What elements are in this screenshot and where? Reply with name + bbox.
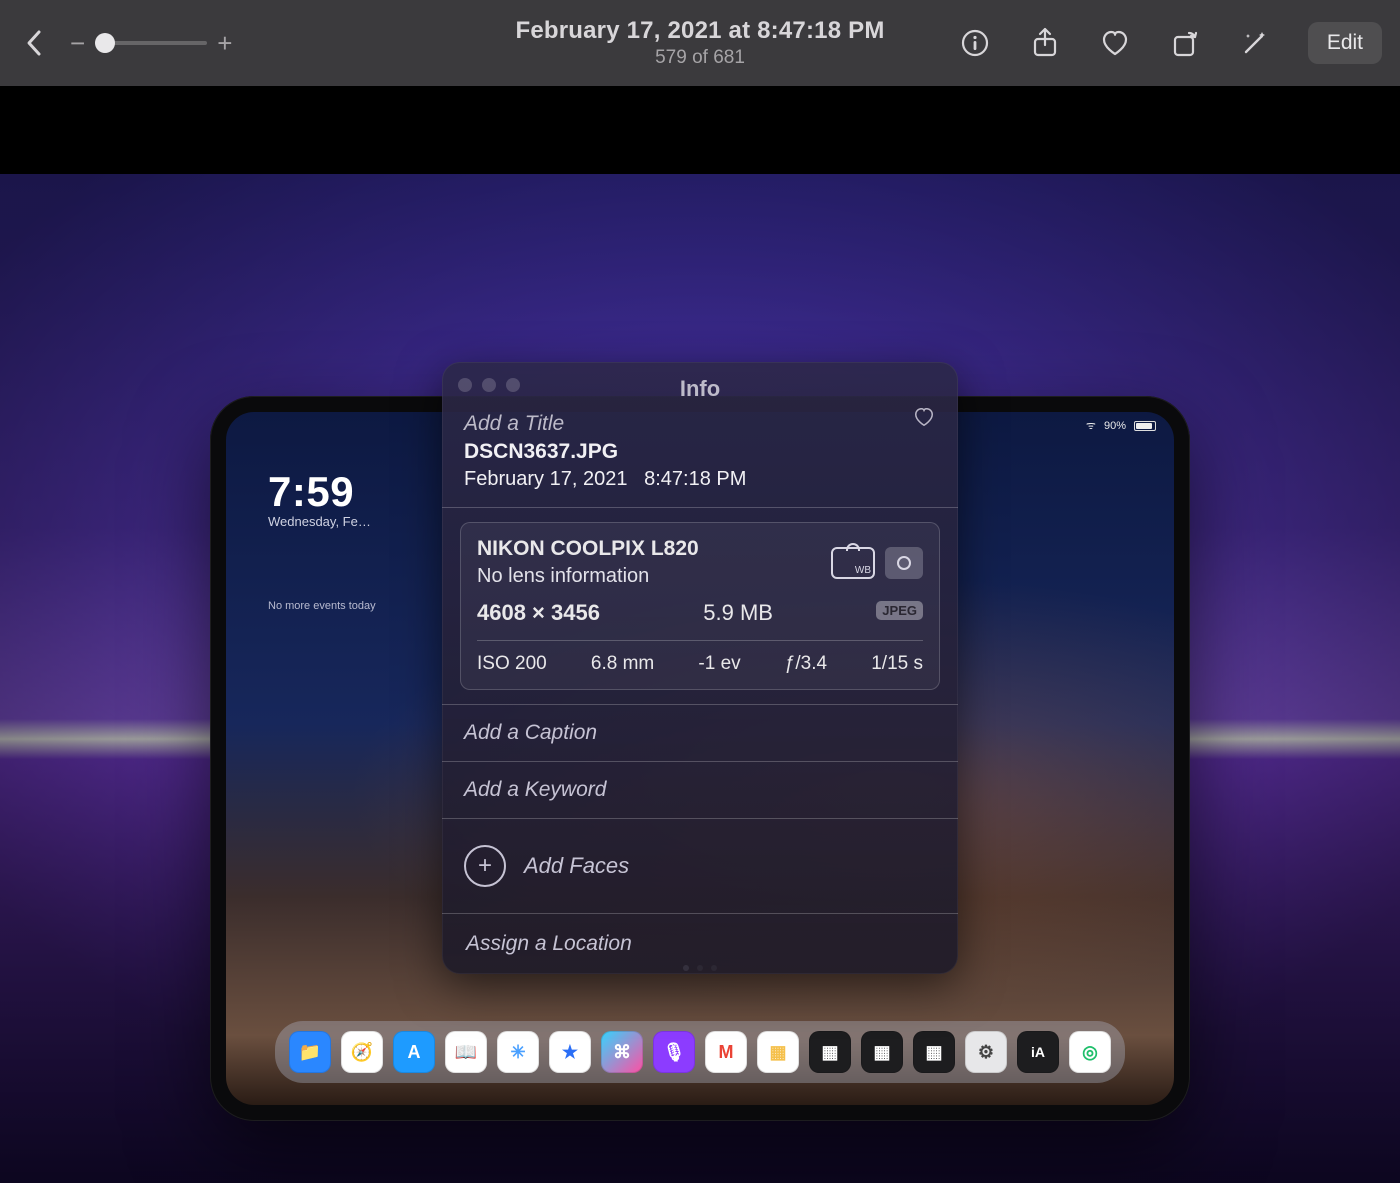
traffic-lights[interactable] xyxy=(458,378,520,392)
filename: DSCN3637.JPG xyxy=(464,440,936,464)
filesize: 5.9 MB xyxy=(703,600,773,626)
shutter-speed: 1/15 s xyxy=(871,653,923,675)
ipad-dock: 📁 🧭 A 📖 ✳︎ ★ ⌘ 🎙 M ▦ ▦ ▦ ▦ ⚙︎ iA ◎ xyxy=(275,1021,1125,1083)
faces-section: + Add Faces xyxy=(442,818,958,913)
format-badge: JPEG xyxy=(876,601,923,620)
camera-metadata-box: NIKON COOLPIX L820 No lens information W… xyxy=(460,522,940,690)
location-input[interactable]: Assign a Location xyxy=(442,913,958,974)
photo-datetime: February 17, 2021 at 8:47:18 PM xyxy=(515,17,884,45)
metering-icon xyxy=(885,547,923,579)
title-input[interactable]: Add a Title xyxy=(464,412,936,436)
info-date: February 17, 2021 xyxy=(464,468,627,490)
focal-length: 6.8 mm xyxy=(591,653,654,675)
photos-toolbar: − + February 17, 2021 at 8:47:18 PM 579 … xyxy=(0,0,1400,86)
exposure-comp: -1 ev xyxy=(698,653,740,675)
faces-label: Add Faces xyxy=(524,853,629,879)
favorite-icon[interactable] xyxy=(1098,26,1132,60)
ipad-date: Wednesday, Fe… xyxy=(268,514,376,529)
ipad-clock: 7:59 xyxy=(268,468,376,516)
zoom-slider[interactable] xyxy=(95,31,207,55)
aperture: ƒ/3.4 xyxy=(785,653,827,675)
photo-counter: 579 of 681 xyxy=(515,47,884,69)
back-button[interactable] xyxy=(18,26,52,60)
keyword-input[interactable]: Add a Keyword xyxy=(442,761,958,818)
ipad-widget-text: No more events today xyxy=(268,599,376,613)
lens-info: No lens information xyxy=(477,565,699,588)
zoom-plus[interactable]: + xyxy=(217,28,232,59)
ipad-status-bar: ᯤ90% xyxy=(1086,418,1156,433)
caption-input[interactable]: Add a Caption xyxy=(442,704,958,761)
info-time: 8:47:18 PM xyxy=(644,468,746,490)
info-panel: Info Add a Title DSCN3637.JPG February 1… xyxy=(442,362,958,974)
dimensions: 4608 × 3456 xyxy=(477,600,600,626)
rotate-icon[interactable] xyxy=(1168,26,1202,60)
zoom-minus[interactable]: − xyxy=(70,28,85,59)
iso: ISO 200 xyxy=(477,653,547,675)
share-icon[interactable] xyxy=(1028,26,1062,60)
edit-button[interactable]: Edit xyxy=(1308,22,1382,64)
enhance-icon[interactable] xyxy=(1238,26,1272,60)
camera-model: NIKON COOLPIX L820 xyxy=(477,537,699,561)
add-face-button[interactable]: + xyxy=(464,845,506,887)
info-favorite-icon[interactable] xyxy=(912,406,936,428)
info-icon[interactable] xyxy=(958,26,992,60)
wb-icon: WB xyxy=(831,547,875,579)
